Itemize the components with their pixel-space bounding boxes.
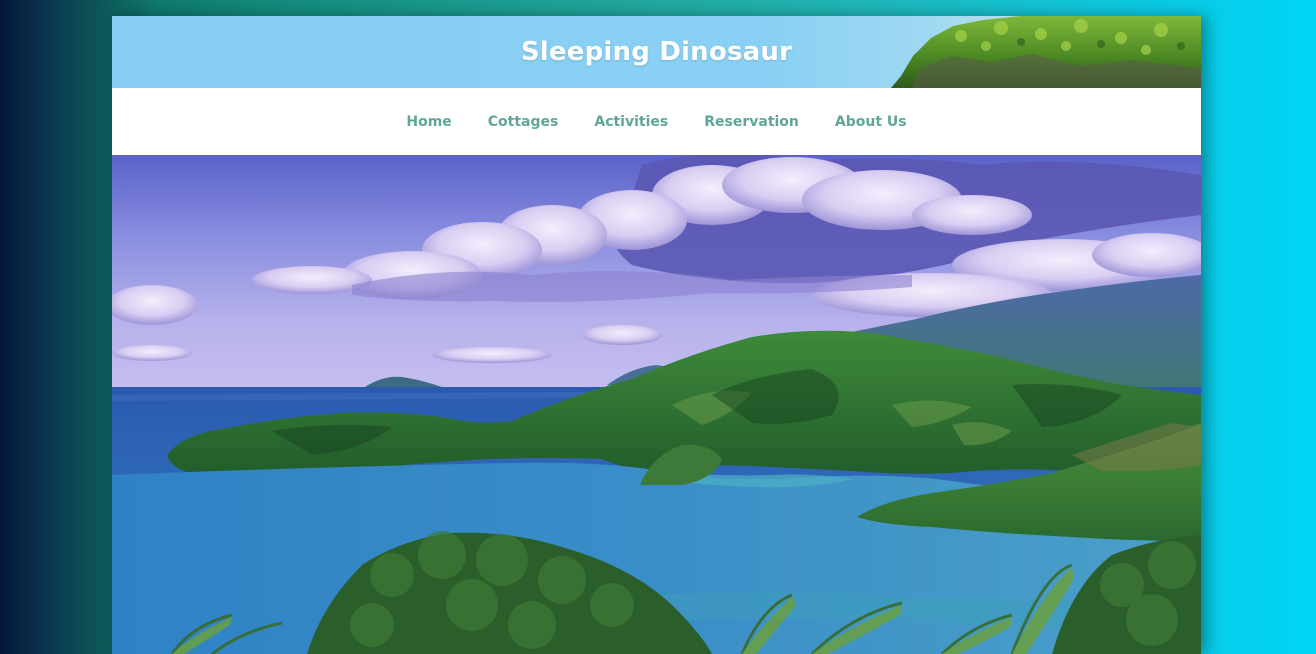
nav-link-cottages[interactable]: Cottages [470,114,577,130]
hero-image [112,155,1201,654]
main-navigation: Home Cottages Activities Reservation Abo… [112,88,1201,155]
page-container: Sleeping Dinosaur Home Cottages Activiti… [112,16,1201,654]
site-header-banner: Sleeping Dinosaur [112,16,1201,88]
nav-link-reservation[interactable]: Reservation [686,114,817,130]
nav-link-home[interactable]: Home [388,114,469,130]
nav-link-about-us[interactable]: About Us [817,114,925,130]
site-title: Sleeping Dinosaur [520,37,793,67]
hero-landscape-illustration [112,155,1201,654]
nav-link-activities[interactable]: Activities [576,114,686,130]
